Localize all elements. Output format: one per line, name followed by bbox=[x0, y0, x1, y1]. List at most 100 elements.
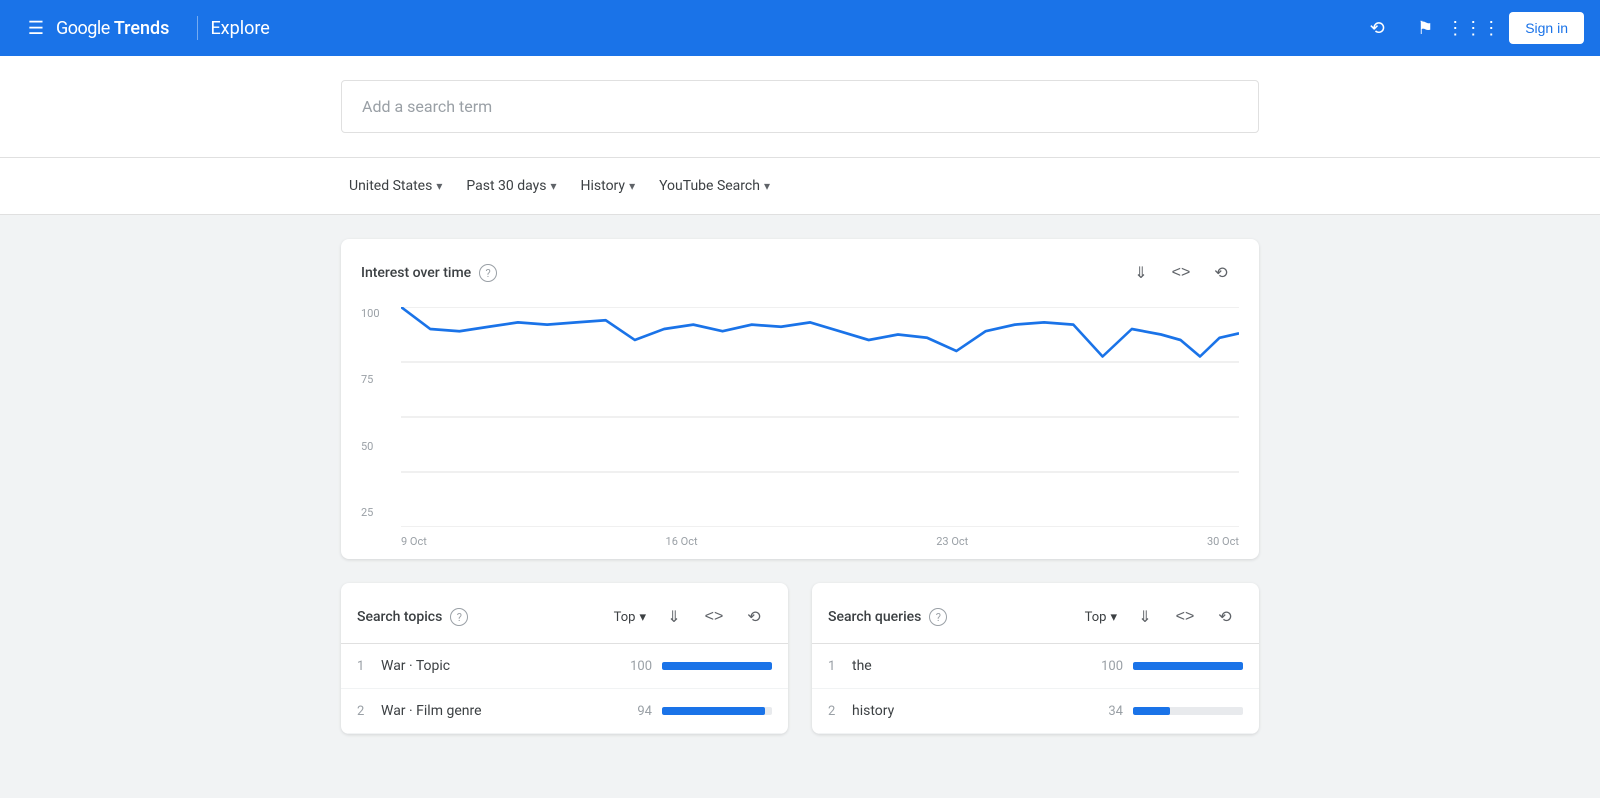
category-filter[interactable]: History ▾ bbox=[573, 172, 644, 200]
interest-title: Interest over time bbox=[361, 265, 471, 281]
interest-title-group: Interest over time ? bbox=[361, 264, 497, 282]
apps-button[interactable]: ⋮⋮⋮ bbox=[1453, 8, 1493, 48]
content-area: Interest over time ? ⇓ <> ⟲ bbox=[325, 215, 1275, 758]
download-icon: ⇓ bbox=[1134, 263, 1147, 283]
category-chevron-icon: ▾ bbox=[629, 179, 635, 193]
search-queries-share-icon: ⟲ bbox=[1218, 607, 1231, 627]
period-filter[interactable]: Past 30 days ▾ bbox=[458, 172, 564, 200]
search-topics-download-button[interactable]: ⇓ bbox=[656, 599, 692, 635]
search-queries-list: 1 the 100 2 history 34 bbox=[812, 644, 1259, 734]
sign-in-button[interactable]: Sign in bbox=[1509, 12, 1584, 44]
table-row: 2 history 34 bbox=[812, 689, 1259, 734]
apps-icon: ⋮⋮⋮ bbox=[1446, 18, 1500, 39]
search-placeholder: Add a search term bbox=[362, 97, 492, 116]
table-row: 1 War · Topic 100 bbox=[341, 644, 788, 689]
table-row: 1 the 100 bbox=[812, 644, 1259, 689]
search-queries-controls: Top ▾ ⇓ <> ⟲ bbox=[1079, 599, 1243, 635]
row-label: the bbox=[852, 658, 1093, 674]
search-topics-title-group: Search topics ? bbox=[357, 608, 468, 626]
x-label-23oct: 23 Oct bbox=[936, 535, 968, 548]
search-queries-title: Search queries bbox=[828, 609, 921, 625]
search-topics-share-button[interactable]: ⟲ bbox=[736, 599, 772, 635]
header-divider bbox=[197, 16, 198, 40]
search-queries-share-button[interactable]: ⟲ bbox=[1207, 599, 1243, 635]
embed-icon: <> bbox=[1172, 264, 1191, 282]
feedback-button[interactable]: ⚑ bbox=[1405, 8, 1445, 48]
search-queries-card: Search queries ? Top ▾ ⇓ <> bbox=[812, 583, 1259, 734]
row-bar bbox=[1133, 707, 1170, 715]
row-num: 1 bbox=[357, 659, 381, 674]
filters-bar: United States ▾ Past 30 days ▾ History ▾… bbox=[0, 158, 1600, 215]
search-topics-download-icon: ⇓ bbox=[667, 607, 680, 627]
source-filter[interactable]: YouTube Search ▾ bbox=[651, 172, 778, 200]
chart-container: 100 75 50 25 9 bbox=[341, 299, 1259, 559]
row-value: 100 bbox=[622, 659, 652, 674]
search-queries-download-button[interactable]: ⇓ bbox=[1127, 599, 1163, 635]
row-value: 34 bbox=[1093, 704, 1123, 719]
main-content: Add a search term United States ▾ Past 3… bbox=[0, 56, 1600, 798]
interest-card: Interest over time ? ⇓ <> ⟲ bbox=[341, 239, 1259, 559]
chart-svg bbox=[401, 307, 1239, 527]
row-num: 1 bbox=[828, 659, 852, 674]
header: ☰ Google Trends Explore ⟲ ⚑ ⋮⋮⋮ Sign in bbox=[0, 0, 1600, 56]
table-row: 2 War · Film genre 94 bbox=[341, 689, 788, 734]
row-bar bbox=[662, 662, 772, 670]
search-queries-title-group: Search queries ? bbox=[828, 608, 947, 626]
source-label: YouTube Search bbox=[659, 178, 760, 194]
search-topics-chevron-icon: ▾ bbox=[639, 610, 646, 625]
x-label-30oct: 30 Oct bbox=[1207, 535, 1239, 548]
row-num: 2 bbox=[828, 704, 852, 719]
x-label-9oct: 9 Oct bbox=[401, 535, 427, 548]
x-label-16oct: 16 Oct bbox=[666, 535, 698, 548]
row-num: 2 bbox=[357, 704, 381, 719]
search-queries-top-dropdown[interactable]: Top ▾ bbox=[1079, 606, 1123, 629]
bottom-cards: Search topics ? Top ▾ ⇓ <> bbox=[341, 583, 1259, 734]
chart-x-labels: 9 Oct 16 Oct 23 Oct 30 Oct bbox=[401, 531, 1239, 548]
search-topics-help-icon[interactable]: ? bbox=[450, 608, 468, 626]
source-chevron-icon: ▾ bbox=[764, 179, 770, 193]
y-label-75: 75 bbox=[361, 373, 380, 386]
logo: Google Trends bbox=[56, 18, 169, 39]
search-topics-top-dropdown[interactable]: Top ▾ bbox=[608, 606, 652, 629]
region-filter[interactable]: United States ▾ bbox=[341, 172, 450, 200]
row-value: 100 bbox=[1093, 659, 1123, 674]
region-label: United States bbox=[349, 178, 432, 194]
search-area: Add a search term bbox=[0, 56, 1600, 158]
category-label: History bbox=[581, 178, 626, 194]
search-topics-card: Search topics ? Top ▾ ⇓ <> bbox=[341, 583, 788, 734]
period-chevron-icon: ▾ bbox=[550, 179, 556, 193]
search-input-wrapper[interactable]: Add a search term bbox=[341, 80, 1259, 133]
logo-google: Google bbox=[56, 18, 110, 39]
explore-label: Explore bbox=[210, 18, 269, 39]
y-label-100: 100 bbox=[361, 307, 380, 320]
search-queries-chevron-icon: ▾ bbox=[1110, 610, 1117, 625]
search-queries-help-icon[interactable]: ? bbox=[929, 608, 947, 626]
search-queries-embed-icon: <> bbox=[1176, 608, 1195, 626]
row-label: War · Film genre bbox=[381, 703, 622, 719]
interest-share-button[interactable]: ⟲ bbox=[1203, 255, 1239, 291]
chart-y-labels: 100 75 50 25 bbox=[361, 307, 380, 519]
row-bar-container bbox=[1133, 707, 1243, 715]
search-topics-embed-icon: <> bbox=[705, 608, 724, 626]
y-label-50: 50 bbox=[361, 440, 380, 453]
search-topics-share-icon: ⟲ bbox=[747, 607, 760, 627]
search-topics-embed-button[interactable]: <> bbox=[696, 599, 732, 635]
share-icon: ⟲ bbox=[1370, 18, 1385, 39]
row-bar-container bbox=[1133, 662, 1243, 670]
header-actions: ⟲ ⚑ ⋮⋮⋮ Sign in bbox=[1357, 8, 1584, 48]
menu-button[interactable]: ☰ bbox=[16, 8, 56, 48]
hamburger-icon: ☰ bbox=[28, 18, 44, 39]
interest-help-icon[interactable]: ? bbox=[479, 264, 497, 282]
search-queries-embed-button[interactable]: <> bbox=[1167, 599, 1203, 635]
share-button[interactable]: ⟲ bbox=[1357, 8, 1397, 48]
logo-trends: Trends bbox=[114, 18, 170, 39]
interest-download-button[interactable]: ⇓ bbox=[1123, 255, 1159, 291]
interest-card-header: Interest over time ? ⇓ <> ⟲ bbox=[341, 239, 1259, 299]
search-topics-controls: Top ▾ ⇓ <> ⟲ bbox=[608, 599, 772, 635]
period-label: Past 30 days bbox=[466, 178, 546, 194]
filters-container: United States ▾ Past 30 days ▾ History ▾… bbox=[325, 158, 1275, 214]
search-topics-top-label: Top bbox=[614, 610, 636, 625]
search-topics-list: 1 War · Topic 100 2 War · Film genre 94 bbox=[341, 644, 788, 734]
interest-embed-button[interactable]: <> bbox=[1163, 255, 1199, 291]
search-topics-header: Search topics ? Top ▾ ⇓ <> bbox=[341, 583, 788, 644]
